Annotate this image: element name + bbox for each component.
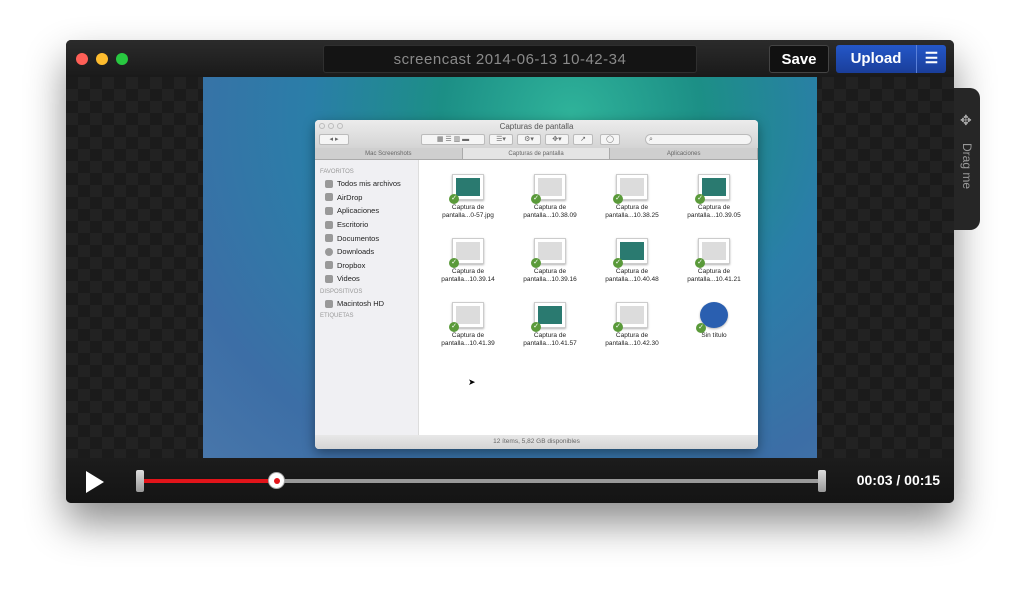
file-item: ✓ Captura de pantalla...10.41.57 bbox=[509, 300, 591, 364]
sidebar-item: Documentos bbox=[320, 231, 413, 245]
downloads-icon bbox=[325, 247, 333, 256]
dropbox-icon: ✥▾ bbox=[545, 134, 569, 145]
close-button[interactable] bbox=[76, 53, 88, 65]
sidebar-header: ETIQUETAS bbox=[320, 313, 354, 320]
sidebar-item: Todos mis archivos bbox=[320, 177, 413, 191]
time-display: 00:03 / 00:15 bbox=[856, 472, 940, 488]
check-icon: ✓ bbox=[531, 194, 541, 204]
finder-toolbar: Capturas de pantalla ◂ ▸ ▦ ☰ ▥ ▬ ☰▾ ⚙▾ ✥… bbox=[315, 120, 758, 148]
file-grid: ✓ Captura de pantalla...0-57.jpg ✓ Captura d… bbox=[419, 160, 758, 435]
check-icon: ✓ bbox=[449, 322, 459, 332]
finder-window: Capturas de pantalla ◂ ▸ ▦ ☰ ▥ ▬ ☰▾ ⚙▾ ✥… bbox=[315, 120, 758, 449]
share-icon: ↗ bbox=[573, 134, 593, 145]
check-icon: ✓ bbox=[613, 322, 623, 332]
finder-status: 12 ítems, 5,82 GB disponibles bbox=[315, 435, 758, 449]
file-item: ✓ Captura de pantalla...10.38.09 bbox=[509, 172, 591, 236]
file-item: ✓ Captura de pantalla...10.42.30 bbox=[591, 300, 673, 364]
tag-icon: ◯ bbox=[600, 134, 620, 145]
finder-tab: Aplicaciones bbox=[610, 148, 758, 159]
all-files-icon bbox=[325, 179, 333, 188]
sidebar-item: Macintosh HD bbox=[320, 297, 413, 311]
back-forward-icon: ◂ ▸ bbox=[319, 134, 349, 145]
player-controls: 00:03 / 00:15 bbox=[66, 458, 954, 503]
screenshot-thumbnail: ✓ bbox=[449, 238, 484, 268]
sidebar-item: Aplicaciones bbox=[320, 204, 413, 218]
file-item: ✓ Captura de pantalla...10.40.48 bbox=[591, 236, 673, 300]
playhead[interactable] bbox=[268, 472, 286, 489]
screenshot-thumbnail: ✓ bbox=[695, 174, 730, 204]
finder-sidebar: FAVORITOS Todos mis archivos AirDrop Apl… bbox=[315, 160, 419, 435]
file-item: ✓ Captura de pantalla...10.39.05 bbox=[673, 172, 755, 236]
title-bar: screencast 2014-06-13 10-42-34 Save Uplo… bbox=[66, 40, 954, 77]
hard-drive-icon bbox=[325, 299, 333, 308]
arrange-icon: ☰▾ bbox=[489, 134, 513, 145]
check-icon: ✓ bbox=[695, 194, 705, 204]
gear-icon: ⚙▾ bbox=[517, 134, 541, 145]
menu-button[interactable]: ☰ bbox=[916, 45, 946, 73]
sidebar-item: Videos bbox=[320, 272, 413, 286]
check-icon: ✓ bbox=[449, 258, 459, 268]
finder-tabs: Mac Screenshots Capturas de pantalla Apl… bbox=[315, 148, 758, 160]
sidebar-header: DISPOSITIVOS bbox=[320, 288, 363, 295]
screenshot-thumbnail: ✓ bbox=[613, 174, 648, 204]
title-field[interactable]: screencast 2014-06-13 10-42-34 bbox=[323, 45, 697, 73]
mouse-cursor-icon: ➤ bbox=[468, 377, 476, 387]
check-icon: ✓ bbox=[449, 194, 459, 204]
sidebar-item: Downloads bbox=[320, 245, 413, 259]
videos-icon bbox=[325, 274, 333, 283]
documents-icon bbox=[325, 234, 333, 243]
sidebar-item: Escritorio bbox=[320, 218, 413, 232]
file-item: ✓ Sin título bbox=[673, 300, 755, 364]
app-icon: ✓ bbox=[696, 302, 728, 333]
file-item: ✓ Captura de pantalla...10.38.25 bbox=[591, 172, 673, 236]
zoom-button[interactable] bbox=[116, 53, 128, 65]
check-icon: ✓ bbox=[695, 258, 705, 268]
seek-bar[interactable] bbox=[140, 472, 822, 489]
progress-fill bbox=[140, 479, 277, 483]
minimize-button[interactable] bbox=[96, 53, 108, 65]
search-icon: ⌕ bbox=[645, 134, 752, 145]
trim-end-handle[interactable] bbox=[818, 470, 826, 492]
move-arrows-icon: ✥ bbox=[960, 112, 972, 128]
finder-tab: Capturas de pantalla bbox=[462, 148, 611, 159]
screenshot-thumbnail: ✓ bbox=[449, 174, 484, 204]
file-item: ✓ Captura de pantalla...0-57.jpg bbox=[427, 172, 509, 236]
sidebar-header: FAVORITOS bbox=[320, 169, 354, 175]
check-icon: ✓ bbox=[531, 258, 541, 268]
sidebar-item: AirDrop bbox=[320, 191, 413, 205]
screenshot-thumbnail: ✓ bbox=[613, 302, 648, 332]
upload-button[interactable]: Upload bbox=[836, 45, 916, 73]
check-icon: ✓ bbox=[613, 194, 623, 204]
file-item: ✓ Captura de pantalla...10.39.14 bbox=[427, 236, 509, 300]
applications-icon bbox=[325, 206, 333, 215]
screenshot-thumbnail: ✓ bbox=[695, 238, 730, 268]
screenshot-thumbnail: ✓ bbox=[449, 302, 484, 332]
drag-handle[interactable]: ✥ Drag me bbox=[954, 88, 980, 230]
file-item: ✓ Captura de pantalla...10.39.16 bbox=[509, 236, 591, 300]
check-icon: ✓ bbox=[613, 258, 623, 268]
file-item: ✓ Captura de pantalla...10.41.21 bbox=[673, 236, 755, 300]
desktop-icon bbox=[325, 220, 333, 229]
hamburger-icon: ☰ bbox=[924, 50, 939, 67]
finder-tab: Mac Screenshots bbox=[315, 148, 463, 159]
check-icon: ✓ bbox=[531, 322, 541, 332]
airdrop-icon bbox=[325, 193, 333, 202]
screencast-window: screencast 2014-06-13 10-42-34 Save Uplo… bbox=[66, 40, 980, 503]
dropbox-icon bbox=[325, 261, 333, 270]
screenshot-thumbnail: ✓ bbox=[613, 238, 648, 268]
save-button[interactable]: Save bbox=[769, 45, 829, 73]
screenshot-thumbnail: ✓ bbox=[531, 302, 566, 332]
screenshot-thumbnail: ✓ bbox=[531, 174, 566, 204]
drag-label: Drag me bbox=[960, 143, 974, 190]
finder-title: Capturas de pantalla bbox=[499, 122, 574, 131]
trim-start-handle[interactable] bbox=[136, 470, 144, 492]
screenshot-thumbnail: ✓ bbox=[531, 238, 566, 268]
video-stage: Capturas de pantalla ◂ ▸ ▦ ☰ ▥ ▬ ☰▾ ⚙▾ ✥… bbox=[66, 77, 954, 458]
sidebar-item: Dropbox bbox=[320, 259, 413, 273]
view-mode-icons: ▦ ☰ ▥ ▬ bbox=[421, 134, 485, 145]
video-frame[interactable]: Capturas de pantalla ◂ ▸ ▦ ☰ ▥ ▬ ☰▾ ⚙▾ ✥… bbox=[203, 77, 817, 458]
file-item: ✓ Captura de pantalla...10.41.39 bbox=[427, 300, 509, 364]
check-icon: ✓ bbox=[696, 323, 706, 333]
play-button[interactable] bbox=[86, 471, 104, 493]
